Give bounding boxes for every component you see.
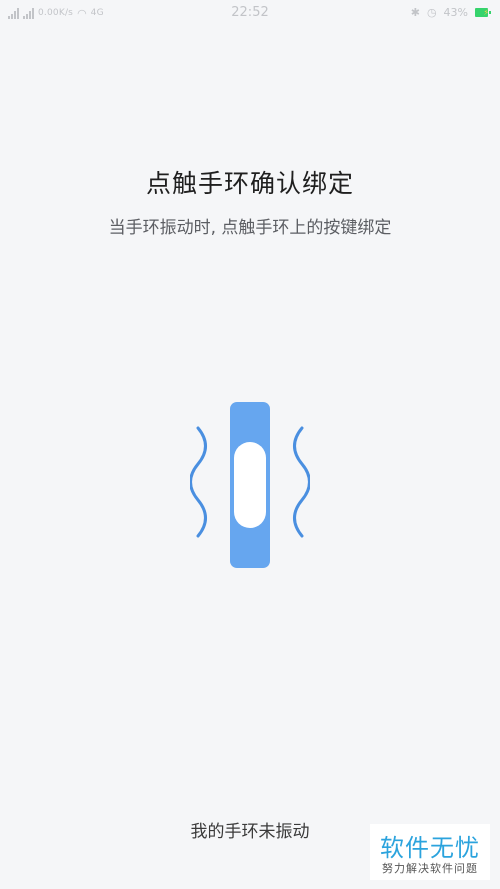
- page-title: 点触手环确认绑定: [145, 169, 354, 198]
- status-bar: 0.00K/s ◠ 4G 22:52 ✱ ◷ 43% ⚡: [0, 0, 500, 26]
- vibration-wave-left-icon: [189, 426, 207, 538]
- band-screen: [234, 442, 266, 528]
- watermark-subtitle: 努力解决软件问题: [382, 862, 478, 875]
- vibration-wave-right-icon: [293, 426, 311, 538]
- watermark: 软件无忧 努力解决软件问题: [370, 824, 490, 880]
- alarm-icon: ◷: [426, 6, 437, 19]
- page-subtitle: 当手环振动时, 点触手环上的按键绑定: [108, 218, 392, 238]
- watermark-title: 软件无忧: [380, 834, 480, 862]
- vibrating-band-icon: [189, 398, 311, 570]
- status-bar-right: ✱ ◷ 43% ⚡: [410, 5, 491, 20]
- battery-percent: 43%: [443, 6, 468, 19]
- battery-icon: ⚡: [475, 8, 491, 17]
- bluetooth-icon: ✱: [410, 6, 420, 19]
